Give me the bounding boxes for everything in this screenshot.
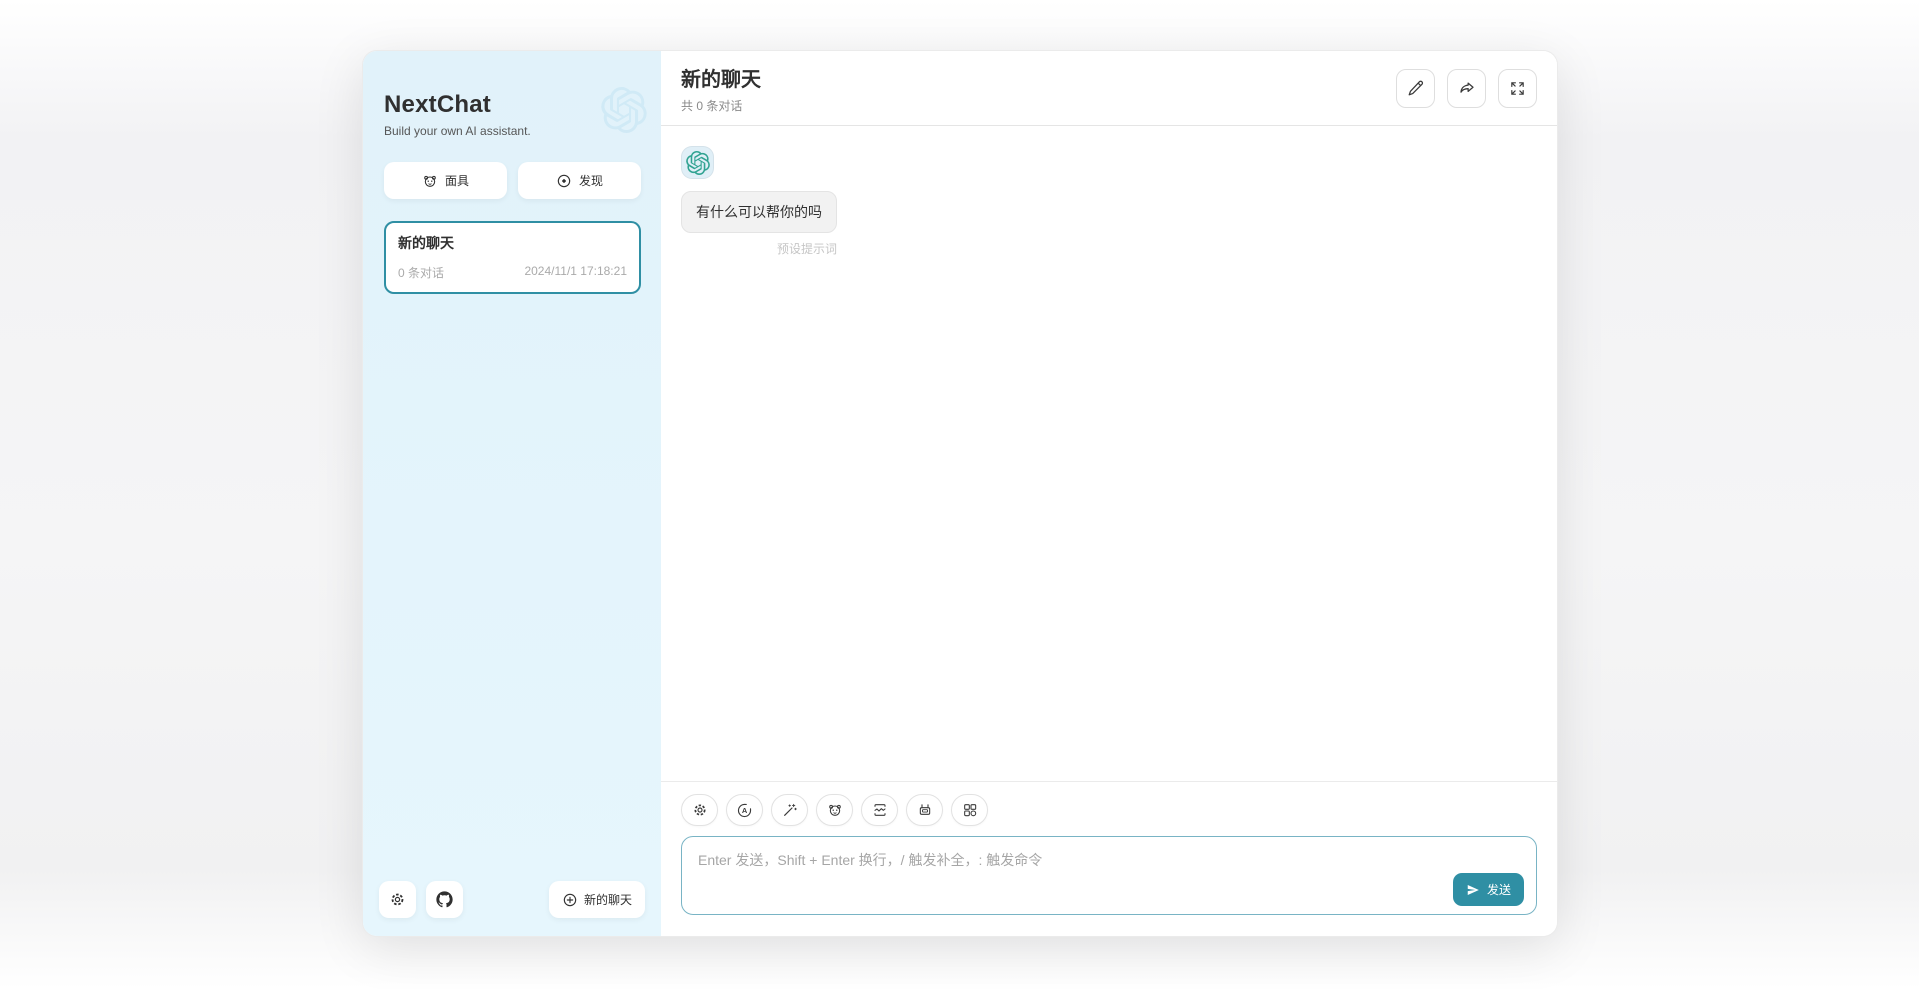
- export-chat-button[interactable]: [1447, 69, 1486, 108]
- chat-header-actions: [1396, 69, 1537, 108]
- shortcut-button[interactable]: [951, 794, 988, 826]
- mask-face-icon: [422, 173, 438, 189]
- openai-watermark-icon: [601, 87, 647, 133]
- mask-select-button[interactable]: [816, 794, 853, 826]
- new-chat-button[interactable]: 新的聊天: [549, 881, 645, 918]
- chat-header: 新的聊天 共 0 条对话: [661, 51, 1557, 126]
- fullscreen-button[interactable]: [1498, 69, 1537, 108]
- openai-logo-icon: [686, 151, 710, 175]
- discover-button-label: 发现: [579, 172, 603, 189]
- chat-title[interactable]: 新的聊天: [681, 63, 1396, 92]
- message-bubble[interactable]: 有什么可以帮你的吗: [681, 191, 837, 233]
- model-select-button[interactable]: [906, 794, 943, 826]
- gear-icon: [389, 891, 406, 908]
- pencil-icon: [1407, 79, 1425, 97]
- message-hint: 预设提示词: [777, 240, 837, 257]
- assistant-message: 有什么可以帮你的吗 预设提示词: [681, 191, 837, 257]
- mask-button-label: 面具: [445, 172, 469, 189]
- share-arrow-icon: [1458, 79, 1476, 97]
- mask-button[interactable]: 面具: [384, 162, 507, 199]
- chat-item-count: 0 条对话: [398, 264, 444, 281]
- assistant-avatar: [681, 146, 714, 179]
- chat-item-info: 0 条对话 2024/11/1 17:18:21: [398, 264, 627, 281]
- chat-list-item-selected[interactable]: 新的聊天 0 条对话 2024/11/1 17:18:21: [384, 221, 641, 294]
- theme-auto-icon: [736, 802, 753, 819]
- github-button[interactable]: [426, 881, 463, 918]
- magic-wand-icon: [782, 802, 798, 818]
- chat-input[interactable]: [681, 836, 1537, 915]
- fullscreen-icon: [1509, 80, 1526, 97]
- sidebar-footer: 新的聊天: [379, 881, 645, 918]
- github-icon: [436, 891, 453, 908]
- sidebar-toolbar: 面具 发现: [384, 162, 641, 199]
- chat-input-actions: [681, 794, 1537, 826]
- compass-icon: [556, 173, 572, 189]
- gear-icon: [692, 802, 708, 818]
- chat-header-titles: 新的聊天 共 0 条对话: [681, 63, 1396, 114]
- mask-face-icon: [827, 802, 843, 818]
- sidebar: NextChat Build your own AI assistant. 面具…: [363, 51, 661, 936]
- chat-item-title: 新的聊天: [398, 233, 627, 253]
- plus-circle-icon: [562, 892, 578, 908]
- new-chat-button-label: 新的聊天: [584, 891, 632, 908]
- discover-button[interactable]: 发现: [518, 162, 641, 199]
- send-button[interactable]: 发送: [1453, 873, 1524, 906]
- app-window: NextChat Build your own AI assistant. 面具…: [362, 50, 1558, 937]
- robot-icon: [917, 802, 933, 818]
- clear-context-button[interactable]: [861, 794, 898, 826]
- chat-input-wrap: 发送: [681, 836, 1537, 920]
- chat-panel: 新的聊天 共 0 条对话 有什么可以帮你的吗 预设提示: [661, 51, 1557, 936]
- shortcut-grid-icon: [962, 802, 978, 818]
- theme-toggle-button[interactable]: [726, 794, 763, 826]
- settings-button[interactable]: [379, 881, 416, 918]
- send-button-label: 发送: [1487, 881, 1511, 898]
- paper-plane-icon: [1466, 883, 1480, 897]
- chat-subtitle: 共 0 条对话: [681, 97, 1396, 114]
- clear-context-icon: [872, 802, 888, 818]
- message-list: 有什么可以帮你的吗 预设提示词: [661, 126, 1557, 781]
- rename-chat-button[interactable]: [1396, 69, 1435, 108]
- chat-item-time: 2024/11/1 17:18:21: [524, 264, 627, 281]
- chat-settings-button[interactable]: [681, 794, 718, 826]
- chat-input-panel: 发送: [661, 781, 1557, 936]
- prompt-hints-button[interactable]: [771, 794, 808, 826]
